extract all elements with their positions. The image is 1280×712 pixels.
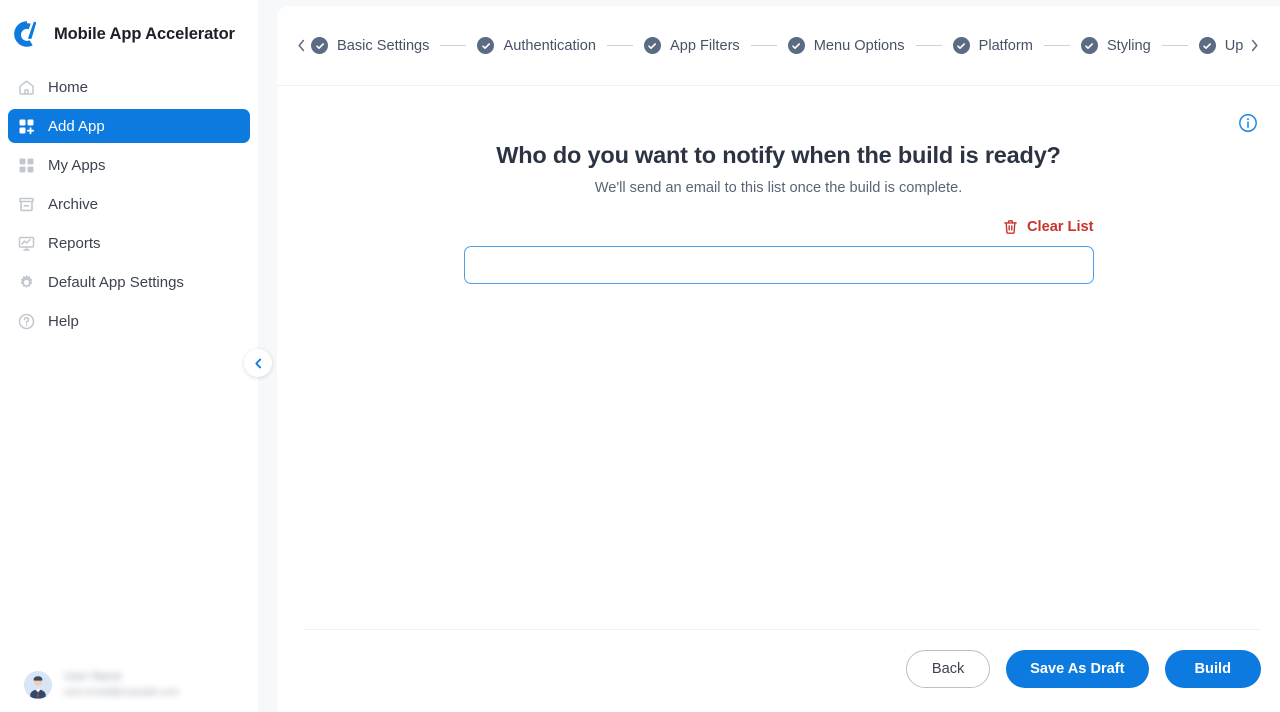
stepper-step-upload[interactable]: Uploa — [1198, 37, 1244, 54]
save-as-draft-button[interactable]: Save As Draft — [1006, 650, 1149, 688]
chevron-left-icon — [254, 358, 261, 368]
user-name: User Name — [64, 670, 123, 683]
home-icon — [17, 78, 36, 97]
sidebar-item-my-apps[interactable]: My Apps — [8, 148, 250, 182]
sidebar-item-default-app-settings[interactable]: Default App Settings — [8, 265, 250, 299]
clear-list-button[interactable]: Clear List — [1003, 219, 1094, 235]
stepper-step-label: Styling — [1106, 37, 1151, 54]
main-panel: Basic Settings Authentication App Filter… — [277, 6, 1280, 712]
content-area: Who do you want to notify when the build… — [277, 86, 1280, 629]
archive-icon — [17, 195, 36, 214]
wizard-stepper: Basic Settings Authentication App Filter… — [277, 6, 1280, 86]
build-button[interactable]: Build — [1164, 650, 1261, 688]
check-circle-icon — [643, 37, 661, 54]
info-circle-icon[interactable] — [1237, 112, 1259, 134]
footer-actions: Back Save As Draft Build — [906, 650, 1261, 688]
sidebar-item-label: Default App Settings — [48, 273, 184, 291]
brand: Mobile App Accelerator — [0, 0, 258, 68]
list-toolbar: Clear List — [464, 219, 1094, 235]
notify-email-input[interactable] — [463, 246, 1094, 284]
brand-title: Mobile App Accelerator — [54, 24, 235, 43]
chevron-left-icon — [297, 39, 304, 52]
sidebar-item-label: My Apps — [48, 156, 106, 174]
check-circle-icon — [477, 37, 495, 54]
sidebar-user-meta: User Name user.email@example.com — [64, 670, 180, 699]
back-button[interactable]: Back — [906, 650, 991, 688]
sidebar-item-label: Archive — [48, 195, 99, 213]
check-circle-icon — [311, 37, 328, 54]
stepper-step-label: Basic Settings — [337, 37, 430, 54]
stepper-step-styling[interactable]: Styling — [1080, 37, 1151, 54]
stepper-step-platform[interactable]: Platform — [952, 37, 1033, 54]
stepper-connector — [915, 45, 942, 46]
check-circle-icon — [1080, 37, 1098, 54]
stepper-step-basic-settings[interactable]: Basic Settings — [311, 37, 429, 54]
stepper-steps: Basic Settings Authentication App Filter… — [311, 37, 1244, 54]
sidebar-user[interactable]: User Name user.email@example.com — [0, 658, 258, 712]
avatar — [24, 671, 52, 699]
sidebar-item-add-app[interactable]: Add App — [8, 109, 250, 143]
chevron-right-icon — [1251, 39, 1258, 52]
stepper-step-label: Uploa — [1224, 37, 1244, 54]
sidebar-item-help[interactable]: Help — [8, 304, 250, 338]
app-accelerator-logo-icon — [12, 19, 42, 49]
stepper-prev-button[interactable] — [291, 38, 311, 53]
stepper-step-label: Menu Options — [813, 37, 905, 54]
sidebar-item-reports[interactable]: Reports — [8, 226, 250, 260]
check-circle-icon — [787, 37, 805, 54]
sidebar-item-archive[interactable]: Archive — [8, 187, 250, 221]
stepper-step-label: Authentication — [503, 37, 596, 54]
stepper-connector — [440, 45, 467, 46]
stepper-step-label: Platform — [978, 37, 1033, 54]
sidebar: Mobile App Accelerator Home Add App My A… — [0, 0, 258, 712]
grid-plus-icon — [17, 117, 36, 136]
stepper-connector — [1043, 45, 1070, 46]
sidebar-collapse-button[interactable] — [244, 349, 272, 377]
sidebar-nav: Home Add App My Apps Archive Reports Def… — [0, 70, 258, 338]
stepper-step-app-filters[interactable]: App Filters — [643, 37, 740, 54]
trash-icon — [1003, 219, 1018, 235]
sidebar-item-label: Help — [48, 312, 79, 330]
page-subtitle: We'll send an email to this list once th… — [594, 180, 963, 196]
stepper-connector — [750, 45, 777, 46]
report-monitor-icon — [17, 234, 36, 253]
stepper-connector — [1161, 45, 1188, 46]
grid-icon — [17, 156, 36, 175]
stepper-connector — [606, 45, 633, 46]
sidebar-item-label: Reports — [48, 234, 101, 252]
stepper-next-button[interactable] — [1244, 38, 1264, 53]
sidebar-item-label: Add App — [48, 117, 105, 135]
page-title: Who do you want to notify when the build… — [496, 142, 1061, 168]
sidebar-item-label: Home — [48, 78, 89, 96]
gear-icon — [17, 273, 36, 292]
question-circle-icon — [17, 312, 36, 331]
check-circle-icon — [1198, 37, 1216, 54]
footer-divider — [305, 629, 1261, 630]
clear-list-label: Clear List — [1026, 219, 1094, 235]
wizard-footer: Back Save As Draft Build — [277, 629, 1280, 712]
stepper-step-menu-options[interactable]: Menu Options — [787, 37, 905, 54]
stepper-step-label: App Filters — [669, 37, 740, 54]
user-email: user.email@example.com — [64, 687, 180, 699]
stepper-step-authentication[interactable]: Authentication — [477, 37, 596, 54]
check-circle-icon — [952, 37, 970, 54]
app-root: Mobile App Accelerator Home Add App My A… — [0, 0, 1280, 712]
sidebar-item-home[interactable]: Home — [8, 70, 250, 104]
